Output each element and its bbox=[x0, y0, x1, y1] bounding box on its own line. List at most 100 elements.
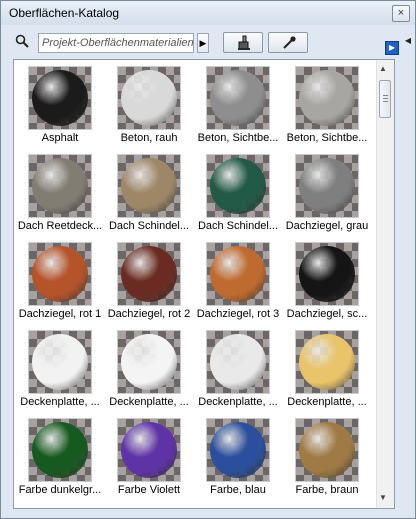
material-item[interactable]: Deckenplatte, ... bbox=[14, 324, 102, 410]
material-item[interactable]: Beton, Sichtbe... bbox=[281, 60, 369, 146]
close-button[interactable]: × bbox=[392, 5, 410, 22]
material-sphere bbox=[32, 334, 88, 390]
material-thumbnail bbox=[206, 242, 270, 306]
material-label: Dach Reetdeck... bbox=[17, 220, 103, 232]
material-sphere bbox=[210, 422, 266, 478]
material-thumbnail bbox=[295, 154, 359, 218]
material-sphere bbox=[32, 70, 88, 126]
material-thumbnail bbox=[206, 154, 270, 218]
material-sphere bbox=[32, 158, 88, 214]
material-sphere bbox=[299, 334, 355, 390]
pipette-icon bbox=[283, 36, 296, 49]
search-icon bbox=[15, 34, 29, 48]
material-item[interactable]: Dach Reetdeck... bbox=[14, 148, 102, 234]
material-label: Dachziegel, sc... bbox=[286, 308, 368, 320]
material-label: Beton, rauh bbox=[120, 132, 178, 144]
material-item[interactable]: Dachziegel, rot 1 bbox=[14, 236, 102, 322]
material-thumbnail bbox=[117, 418, 181, 482]
material-thumbnail bbox=[117, 66, 181, 130]
material-item[interactable]: Dachziegel, grau bbox=[281, 148, 369, 234]
material-sphere bbox=[299, 246, 355, 302]
material-thumbnail bbox=[28, 418, 92, 482]
material-label: Dachziegel, rot 2 bbox=[107, 308, 191, 320]
material-thumbnail bbox=[28, 330, 92, 394]
material-thumbnail bbox=[117, 154, 181, 218]
material-label: Dach Schindel... bbox=[108, 220, 190, 232]
material-thumbnail bbox=[295, 418, 359, 482]
material-label: Farbe dunkelgr... bbox=[18, 484, 102, 496]
material-item[interactable]: Farbe, blau bbox=[192, 412, 280, 498]
material-item[interactable]: Farbe dunkelgr... bbox=[14, 412, 102, 498]
material-item[interactable]: Deckenplatte, ... bbox=[103, 324, 191, 410]
material-sphere bbox=[32, 246, 88, 302]
material-sphere bbox=[121, 158, 177, 214]
material-thumbnail bbox=[28, 66, 92, 130]
scroll-up-icon[interactable]: ▲ bbox=[379, 64, 387, 73]
material-label: Deckenplatte, ... bbox=[109, 396, 189, 408]
material-sphere bbox=[121, 70, 177, 126]
material-label: Farbe Violett bbox=[117, 484, 181, 496]
material-item[interactable]: Farbe Violett bbox=[103, 412, 191, 498]
material-thumbnail bbox=[28, 242, 92, 306]
collapse-arrow-icon[interactable]: ◀ bbox=[405, 36, 411, 45]
material-item[interactable]: Dachziegel, rot 2 bbox=[103, 236, 191, 322]
material-label: Deckenplatte, ... bbox=[198, 396, 278, 408]
material-sphere bbox=[210, 334, 266, 390]
material-item[interactable]: Dachziegel, rot 3 bbox=[192, 236, 280, 322]
material-sphere bbox=[299, 158, 355, 214]
material-sphere bbox=[299, 70, 355, 126]
material-thumbnail bbox=[206, 330, 270, 394]
material-label: Dachziegel, rot 1 bbox=[18, 308, 102, 320]
material-item[interactable]: Dachziegel, sc... bbox=[281, 236, 369, 322]
material-grid: Asphalt Beton, rauh Beton, Sichtbe... Beton… bbox=[14, 60, 376, 508]
paint-bucket-button[interactable] bbox=[223, 32, 263, 53]
material-thumbnail bbox=[117, 330, 181, 394]
material-sphere bbox=[32, 422, 88, 478]
material-label: Deckenplatte, ... bbox=[20, 396, 100, 408]
material-label: Beton, Sichtbe... bbox=[197, 132, 279, 144]
source-dropdown-button[interactable]: ▶ bbox=[197, 33, 209, 53]
material-source-field[interactable]: Projekt-Oberflächenmaterialien bbox=[38, 33, 194, 53]
material-sphere bbox=[210, 70, 266, 126]
toolbar: Projekt-Oberflächenmaterialien ▶ ▶ ◀ bbox=[1, 25, 415, 59]
surface-catalog-window: Oberflächen-Katalog × Projekt-Oberfläche… bbox=[0, 0, 416, 519]
paint-bucket-icon bbox=[238, 35, 250, 50]
material-sphere bbox=[210, 246, 266, 302]
material-sphere bbox=[121, 422, 177, 478]
vertical-scrollbar[interactable]: ▲ ▼ bbox=[376, 60, 394, 508]
material-item[interactable]: Farbe, braun bbox=[281, 412, 369, 498]
scroll-down-icon[interactable]: ▼ bbox=[379, 493, 387, 502]
material-label: Beton, Sichtbe... bbox=[286, 132, 368, 144]
material-label: Dachziegel, grau bbox=[285, 220, 369, 232]
material-list-panel: Asphalt Beton, rauh Beton, Sichtbe... Beton… bbox=[13, 59, 395, 509]
material-item[interactable]: Asphalt bbox=[14, 60, 102, 146]
expand-panel-button[interactable]: ▶ bbox=[385, 41, 399, 55]
material-thumbnail bbox=[295, 66, 359, 130]
window-title: Oberflächen-Katalog bbox=[9, 6, 120, 20]
material-thumbnail bbox=[206, 66, 270, 130]
material-sphere bbox=[210, 158, 266, 214]
material-item[interactable]: Deckenplatte, ... bbox=[281, 324, 369, 410]
scroll-thumb[interactable] bbox=[379, 80, 391, 118]
material-item[interactable]: Dach Schindel... bbox=[103, 148, 191, 234]
material-label: Dach Schindel... bbox=[197, 220, 279, 232]
material-label: Asphalt bbox=[41, 132, 79, 144]
material-thumbnail bbox=[206, 418, 270, 482]
material-item[interactable]: Deckenplatte, ... bbox=[192, 324, 280, 410]
material-item[interactable]: Beton, rauh bbox=[103, 60, 191, 146]
material-sphere bbox=[121, 246, 177, 302]
material-thumbnail bbox=[295, 242, 359, 306]
material-thumbnail bbox=[28, 154, 92, 218]
material-item[interactable]: Dach Schindel... bbox=[192, 148, 280, 234]
material-thumbnail bbox=[117, 242, 181, 306]
material-label: Deckenplatte, ... bbox=[287, 396, 367, 408]
pipette-button[interactable] bbox=[268, 32, 308, 53]
material-thumbnail bbox=[295, 330, 359, 394]
material-label: Dachziegel, rot 3 bbox=[196, 308, 280, 320]
title-bar: Oberflächen-Katalog × bbox=[1, 1, 415, 25]
material-label: Farbe, braun bbox=[295, 484, 359, 496]
material-item[interactable]: Beton, Sichtbe... bbox=[192, 60, 280, 146]
material-sphere bbox=[299, 422, 355, 478]
material-label: Farbe, blau bbox=[210, 484, 266, 496]
material-sphere bbox=[121, 334, 177, 390]
